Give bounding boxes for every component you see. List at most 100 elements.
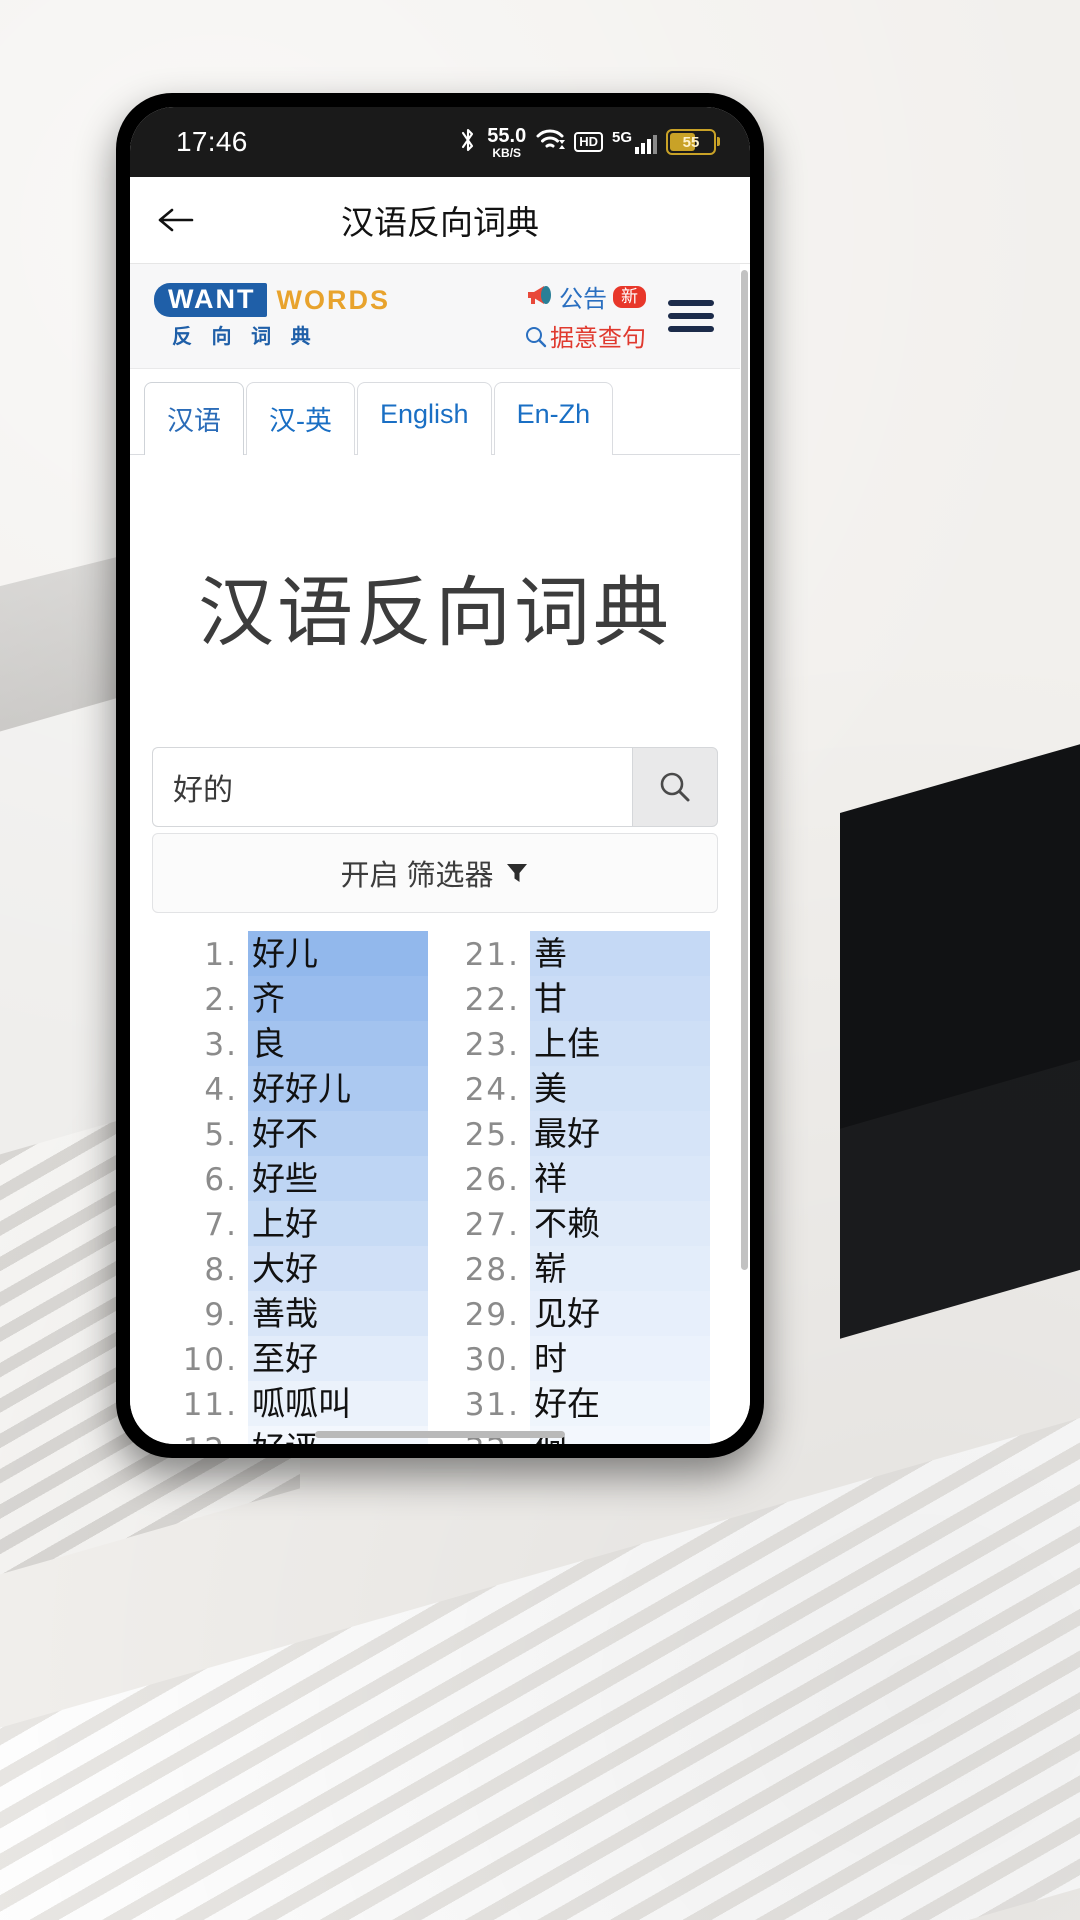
list-item-index: 3. xyxy=(204,1027,238,1063)
list-item[interactable]: 7. 上好 xyxy=(164,1201,428,1246)
status-clock: 17:46 xyxy=(176,126,248,157)
list-item-word[interactable]: 甘 xyxy=(530,976,710,1021)
logo-words: WORDS xyxy=(276,284,390,315)
back-button[interactable] xyxy=(130,203,220,237)
tab-zh[interactable]: 汉语 xyxy=(144,382,244,455)
tab-en-zh[interactable]: En-Zh xyxy=(493,382,614,455)
announcement-label: 公告 xyxy=(559,286,607,313)
list-item[interactable]: 21. 善 xyxy=(446,931,710,976)
signal-bars-icon xyxy=(635,135,657,154)
site-header-right: 公告 新 据意查句 xyxy=(524,279,718,353)
list-item-word[interactable]: 时 xyxy=(530,1336,710,1381)
search-input[interactable]: 好的 xyxy=(152,747,632,827)
vertical-scrollbar[interactable] xyxy=(741,270,748,1270)
new-badge: 新 xyxy=(613,285,646,308)
list-item-index: 25. xyxy=(464,1117,520,1153)
sentence-query-label: 据意查句 xyxy=(550,325,646,352)
list-item-index: 1. xyxy=(204,937,238,973)
list-item-word[interactable]: 好好儿 xyxy=(248,1066,428,1111)
list-item-word[interactable]: 齐 xyxy=(248,976,428,1021)
header-links: 公告 新 据意查句 xyxy=(524,279,646,353)
list-item-index: 22. xyxy=(464,982,520,1018)
search-circle-icon xyxy=(524,325,547,347)
list-item[interactable]: 30. 时 xyxy=(446,1336,710,1381)
list-item[interactable]: 1. 好儿 xyxy=(164,931,428,976)
magnifier-icon xyxy=(660,772,690,802)
list-item[interactable]: 28. 崭 xyxy=(446,1246,710,1291)
list-item[interactable]: 25. 最好 xyxy=(446,1111,710,1156)
page-scroll-container[interactable]: WANT WORDS 反 向 词 典 公告 新 据意查句 汉语 汉-英 Engl… xyxy=(130,264,740,1444)
list-item[interactable]: 2. 齐 xyxy=(164,976,428,1021)
announcement-link[interactable]: 公告 新 xyxy=(525,279,646,314)
list-item[interactable]: 23. 上佳 xyxy=(446,1021,710,1066)
search-button[interactable] xyxy=(632,747,718,827)
language-tabs: 汉语 汉-英 English En-Zh xyxy=(130,369,740,455)
webview: WANT WORDS 反 向 词 典 公告 新 据意查句 汉语 汉-英 Engl… xyxy=(130,263,750,1444)
filter-toggle-button[interactable]: 开启 筛选器 xyxy=(152,833,718,913)
list-item-word[interactable]: 最好 xyxy=(530,1111,710,1156)
logo-subtitle: 反 向 词 典 xyxy=(172,326,318,348)
list-item-index: 9. xyxy=(204,1297,238,1333)
list-item[interactable]: 3. 良 xyxy=(164,1021,428,1066)
list-item[interactable]: 31. 好在 xyxy=(446,1381,710,1426)
list-item-word[interactable]: 好些 xyxy=(248,1156,428,1201)
list-item-index: 28. xyxy=(464,1252,520,1288)
site-logo[interactable]: WANT WORDS 反 向 词 典 xyxy=(154,283,390,349)
list-item-index: 10. xyxy=(182,1342,238,1378)
list-item[interactable]: 10. 至好 xyxy=(164,1336,428,1381)
list-item-word[interactable]: 好在 xyxy=(530,1381,710,1426)
list-item[interactable]: 24. 美 xyxy=(446,1066,710,1111)
tab-english[interactable]: English xyxy=(357,382,492,455)
list-item-word[interactable]: 上好 xyxy=(248,1201,428,1246)
list-item-word[interactable]: 见好 xyxy=(530,1291,710,1336)
list-item-word[interactable]: 美 xyxy=(530,1066,710,1111)
list-item-word[interactable]: 好儿 xyxy=(248,931,428,976)
list-item-word[interactable]: 呱呱叫 xyxy=(248,1381,428,1426)
list-item-word[interactable]: 上佳 xyxy=(530,1021,710,1066)
list-item[interactable]: 6. 好些 xyxy=(164,1156,428,1201)
list-item-word[interactable]: 好不 xyxy=(248,1111,428,1156)
network-speed-value: 55.0 xyxy=(487,124,527,147)
list-item-word[interactable]: 崭 xyxy=(530,1246,710,1291)
list-item-word[interactable]: 不赖 xyxy=(530,1201,710,1246)
network-type-label: 5G xyxy=(611,129,632,146)
horizontal-scrollbar[interactable] xyxy=(315,1431,565,1438)
tab-zh-en[interactable]: 汉-英 xyxy=(246,382,355,455)
list-item-index: 4. xyxy=(204,1072,238,1108)
list-item-word[interactable]: 至好 xyxy=(248,1336,428,1381)
list-item-word[interactable]: 良 xyxy=(248,1021,428,1066)
status-icons: 55.0 KB/S HD 5G 55 xyxy=(458,126,720,159)
list-item-index: 24. xyxy=(464,1072,520,1108)
phone-screen: 17:46 55.0 KB/S HD 5G 55 汉语反向词典 WANT WOR… xyxy=(130,107,750,1444)
hamburger-menu-icon[interactable] xyxy=(664,294,718,338)
page-title: 汉语反向词典 xyxy=(341,204,539,241)
phone-device-frame: 17:46 55.0 KB/S HD 5G 55 汉语反向词典 WANT WOR… xyxy=(116,93,764,1458)
list-item-index: 27. xyxy=(464,1207,520,1243)
list-item-index: 31. xyxy=(464,1387,520,1423)
site-header: WANT WORDS 反 向 词 典 公告 新 据意查句 xyxy=(130,264,740,369)
list-item-index: 29. xyxy=(464,1297,520,1333)
logo-want: WANT xyxy=(154,283,268,317)
list-item-word[interactable]: 祥 xyxy=(530,1156,710,1201)
list-item-index: 23. xyxy=(464,1027,520,1063)
list-item-index: 11. xyxy=(182,1387,238,1423)
list-item[interactable]: 29. 见好 xyxy=(446,1291,710,1336)
network-speed: 55.0 KB/S xyxy=(487,126,526,159)
list-item-word[interactable]: 善哉 xyxy=(248,1291,428,1336)
status-bar: 17:46 55.0 KB/S HD 5G 55 xyxy=(130,107,750,177)
sentence-query-link[interactable]: 据意查句 xyxy=(524,318,646,353)
list-item[interactable]: 27. 不赖 xyxy=(446,1201,710,1246)
list-item[interactable]: 22. 甘 xyxy=(446,976,710,1021)
list-item-index: 5. xyxy=(204,1117,238,1153)
bluetooth-icon xyxy=(458,126,478,159)
list-item-word[interactable]: 大好 xyxy=(248,1246,428,1291)
list-item[interactable]: 9. 善哉 xyxy=(164,1291,428,1336)
list-item[interactable]: 4. 好好儿 xyxy=(164,1066,428,1111)
list-item[interactable]: 26. 祥 xyxy=(446,1156,710,1201)
list-item[interactable]: 11. 呱呱叫 xyxy=(164,1381,428,1426)
list-item-word[interactable]: 善 xyxy=(530,931,710,976)
wifi-icon xyxy=(535,127,566,158)
list-item[interactable]: 8. 大好 xyxy=(164,1246,428,1291)
funnel-icon xyxy=(504,860,530,886)
list-item[interactable]: 5. 好不 xyxy=(164,1111,428,1156)
